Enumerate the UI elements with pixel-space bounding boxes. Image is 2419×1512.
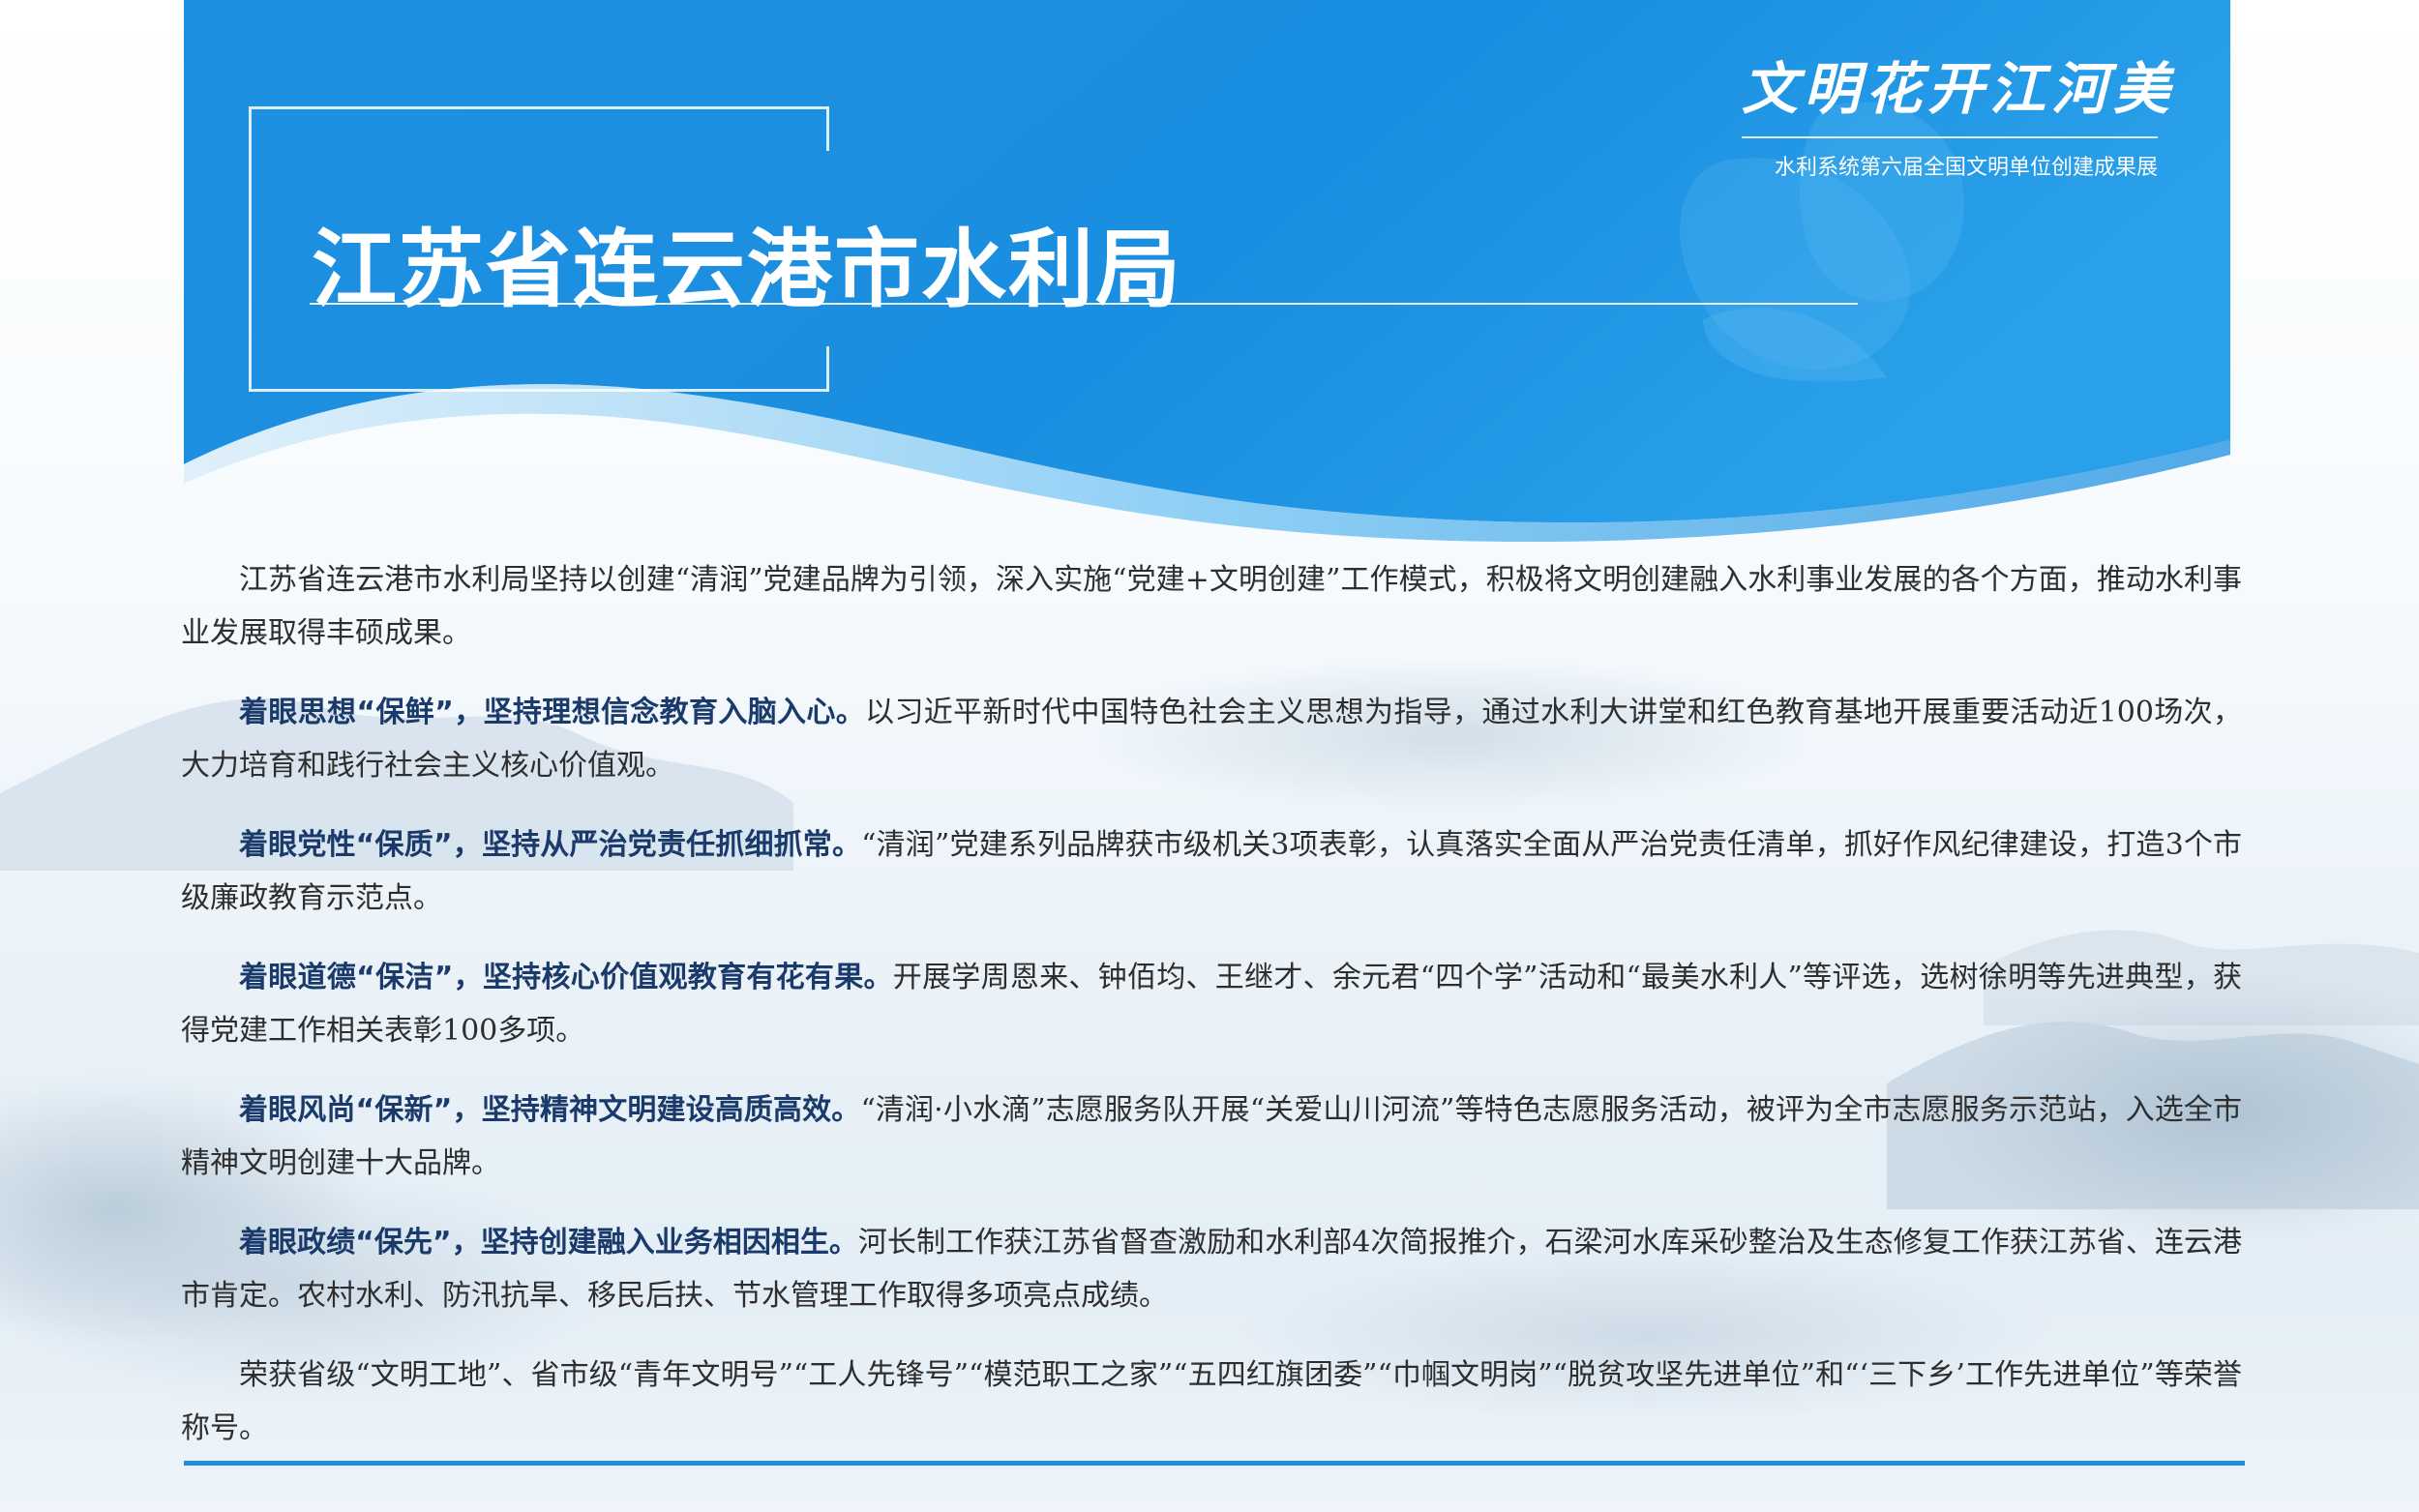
page-title: 江苏省连云港市水利局	[312, 220, 1183, 319]
paragraph-intro: 江苏省连云港市水利局坚持以创建“清润”党建品牌为引领，深入实施“党建+文明创建”…	[181, 563, 2242, 650]
bottom-rule	[184, 1461, 2245, 1466]
title-frame-tick	[826, 346, 829, 392]
paragraph-performance: 着眼政绩“保先”，坚持创建融入业务相因相生。河长制工作获江苏省督查激励和水利部4…	[181, 1226, 2242, 1313]
article-body: 江苏省连云港市水利局坚持以创建“清润”党建品牌为引领，深入实施“党建+文明创建”…	[181, 553, 2242, 1481]
title-underline	[310, 303, 1858, 305]
title-frame-tick	[826, 106, 829, 151]
brand-subtitle: 水利系统第六届全国文明单位创建成果展	[1774, 156, 2158, 180]
brand-divider	[1742, 136, 2158, 138]
paragraph-morality: 着眼道德“保洁”，坚持核心价值观教育有花有果。开展学周恩来、钟佰均、王继才、余元…	[181, 961, 2242, 1048]
paragraph-lead: 着眼风尚“保新”，坚持精神文明建设高质高效。	[239, 1093, 861, 1127]
paragraph-lead: 着眼政绩“保先”，坚持创建融入业务相因相生。	[239, 1226, 858, 1260]
paragraph-lead: 着眼党性“保质”，坚持从严治党责任抓细抓常。	[239, 828, 862, 862]
paragraph-lead: 着眼道德“保洁”，坚持核心价值观教育有花有果。	[239, 961, 893, 994]
paragraph-party-spirit: 着眼党性“保质”，坚持从严治党责任抓细抓常。“清润”党建系列品牌获市级机关3项表…	[181, 828, 2242, 915]
paragraph-custom: 着眼风尚“保新”，坚持精神文明建设高质高效。“清润·小水滴”志愿服务队开展“关爱…	[181, 1093, 2242, 1180]
paragraph-honors: 荣获省级“文明工地”、省市级“青年文明号”“工人先锋号”“模范职工之家”“五四红…	[181, 1358, 2242, 1445]
paragraph-thought: 着眼思想“保鲜”，坚持理想信念教育入脑入心。以习近平新时代中国特色社会主义思想为…	[181, 696, 2243, 783]
paragraph-lead: 着眼思想“保鲜”，坚持理想信念教育入脑入心。	[239, 696, 866, 729]
brand-calligraphy-logo: 文明花开江河美	[1742, 56, 2176, 122]
